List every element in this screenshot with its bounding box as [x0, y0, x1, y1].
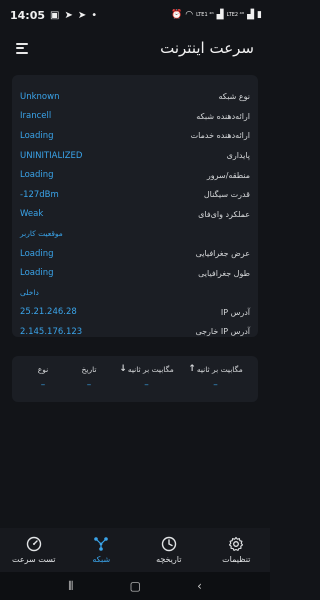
signal-strength-value: -127dBm [20, 189, 59, 200]
section-internal-label: داخلی [20, 288, 39, 298]
section-user-location-label: موقعیت کاربر [20, 229, 63, 239]
dot-notification-icon: • [91, 9, 98, 21]
telegram-notification-icon: ➤ [64, 9, 73, 21]
info-row-operator: Irancell ارائه‌دهنده شبکه [20, 107, 250, 127]
page-title: سرعت اینترنت [160, 39, 254, 57]
info-row-isp: Loading ارائه‌دهنده خدمات [20, 126, 250, 146]
info-row-latitude: Loading عرض جغرافیایی [20, 244, 250, 264]
wifi-icon: ◠ [185, 10, 194, 20]
ip-value: 25.21.246.28 [20, 307, 77, 318]
speed-history-header: نوع تاریخ مگابیت بر ثانیه ↓ مگابیت بر ثا… [20, 362, 250, 376]
speed-history-row: – – – – [20, 376, 250, 394]
nav-history-label: تاریخچه [156, 555, 182, 564]
header-upload: مگابیت بر ثانیه ↑ [181, 364, 250, 374]
region-label: منطقه/سرور [206, 170, 250, 180]
operator-label: ارائه‌دهنده شبکه [196, 111, 250, 121]
nav-settings-label: تنظیمات [222, 555, 251, 564]
alarm-icon: ⏰ [171, 10, 183, 20]
speedometer-icon [26, 536, 41, 552]
home-icon[interactable]: ▢ [130, 579, 141, 593]
info-row-region: Loading منطقه/سرور [20, 165, 250, 185]
back-icon[interactable]: ‹ [197, 579, 202, 593]
nav-history[interactable]: تاریخچه [139, 536, 199, 564]
isp-label: ارائه‌دهنده خدمات [190, 131, 250, 141]
ip-label: آدرس IP [220, 307, 250, 317]
upload-arrow-icon: ↑ [188, 364, 196, 374]
download-value: – [144, 380, 149, 390]
network-type-label: نوع شبکه [218, 92, 251, 102]
clock-icon [161, 536, 176, 552]
sim1-label: LTE1 ⁴ᴳ [196, 12, 214, 18]
longitude-value: Loading [20, 268, 54, 279]
stability-value: UNINITIALIZED [20, 150, 83, 161]
header-date: تاریخ [66, 365, 112, 374]
external-ip-label: آدرس IP خارجی [195, 327, 250, 337]
signal-strength-label: قدرت سیگنال [203, 190, 250, 200]
status-bar: 14:05 ▣ ➤ ➤ • ⏰ ◠ LTE1 ⁴ᴳ ▟ LTE2 ⁴ᴳ ▟ ▮ [0, 0, 270, 30]
type-value: – [40, 380, 46, 390]
app-bar: سرعت اینترنت [0, 30, 270, 66]
header-type-label: نوع [37, 364, 49, 374]
network-type-value: Unknown [20, 91, 60, 102]
isp-value: Loading [20, 130, 54, 141]
menu-icon[interactable] [16, 42, 30, 54]
header-download-label: مگابیت بر ثانیه [127, 364, 174, 374]
info-row-ip: 25.21.246.28 آدرس IP [20, 303, 250, 323]
info-row-network-type: Unknown نوع شبکه [20, 87, 250, 107]
system-navigation-bar: ⦀ ▢ ‹ [0, 572, 270, 600]
stability-label: پایداری [226, 151, 250, 161]
latitude-label: عرض جغرافیایی [195, 249, 250, 259]
header-date-label: تاریخ [81, 364, 97, 374]
header-upload-label: مگابیت بر ثانیه [196, 364, 243, 374]
gallery-notification-icon: ▣ [50, 9, 60, 21]
download-arrow-icon: ↓ [119, 364, 127, 374]
signal-icon-2: ▟ [247, 10, 255, 20]
header-type: نوع [20, 365, 66, 374]
signal-icon: ▟ [216, 10, 224, 20]
region-value: Loading [20, 170, 54, 181]
nav-settings[interactable]: تنظیمات [206, 536, 266, 564]
bottom-navigation: تست سرعت شبکه تاریخچه تنظیمات [0, 528, 270, 572]
longitude-label: طول جغرافیایی [198, 268, 250, 278]
nav-network[interactable]: شبکه [71, 536, 131, 564]
nav-speed-test[interactable]: تست سرعت [4, 536, 64, 564]
network-info-card: Unknown نوع شبکه Irancell ارائه‌دهنده شب… [12, 75, 258, 337]
section-internal: داخلی [20, 283, 250, 303]
speed-history-card: نوع تاریخ مگابیت بر ثانیه ↓ مگابیت بر ثا… [12, 356, 258, 402]
operator-value: Irancell [20, 111, 52, 122]
section-user-location: موقعیت کاربر [20, 224, 250, 244]
info-row-signal: -127dBm قدرت سیگنال [20, 185, 250, 205]
upload-value: – [213, 380, 218, 390]
info-row-longitude: Loading طول جغرافیایی [20, 263, 250, 283]
date-value: – [86, 380, 92, 390]
battery-icon: ▮ [257, 10, 262, 20]
nav-speed-test-label: تست سرعت [11, 555, 56, 564]
gear-icon [229, 536, 244, 551]
sim2-label: LTE2 ⁴ᴳ [226, 12, 245, 18]
wifi-performance-value: Weak [20, 209, 44, 220]
latitude-value: Loading [20, 248, 54, 259]
wifi-performance-label: عملکرد وای‌فای [198, 209, 250, 219]
header-download: مگابیت بر ثانیه ↓ [112, 364, 181, 374]
external-ip-value: 2.145.176.123 [20, 326, 83, 337]
info-row-wifi: Weak عملکرد وای‌فای [20, 205, 250, 225]
info-row-external-ip: 2.145.176.123 آدرس IP خارجی [20, 322, 250, 342]
recent-apps-icon[interactable]: ⦀ [68, 579, 73, 594]
info-row-stability: UNINITIALIZED پایداری [20, 146, 250, 166]
network-share-icon [94, 537, 109, 551]
nav-network-label: شبکه [92, 555, 111, 564]
status-time: 14:05 [10, 8, 46, 22]
telegram-notification-icon-2: ➤ [77, 9, 87, 21]
